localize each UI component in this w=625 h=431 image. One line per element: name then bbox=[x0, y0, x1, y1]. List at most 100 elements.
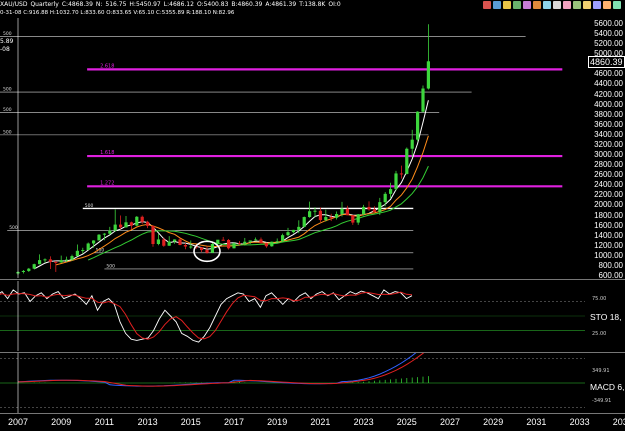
candle-body bbox=[216, 239, 220, 244]
candle-body bbox=[259, 239, 263, 244]
chart-icon[interactable] bbox=[503, 1, 511, 9]
zoom-in-icon[interactable] bbox=[483, 1, 491, 9]
price-tick-label: 800.00 bbox=[598, 260, 623, 270]
candle-body bbox=[356, 214, 360, 223]
candle-body bbox=[135, 216, 139, 226]
price-tick-label: 3600.00 bbox=[594, 119, 623, 129]
time-tick-label: 2027 bbox=[439, 417, 461, 427]
print-icon[interactable] bbox=[603, 1, 611, 9]
price-tick-label: 4400.00 bbox=[594, 79, 623, 89]
candle-body bbox=[383, 193, 387, 203]
fibonacci-level-label: 2.618 bbox=[100, 63, 114, 69]
candle bbox=[27, 267, 31, 272]
low-label: L:4686.12 bbox=[163, 1, 194, 8]
sto-level-lower: 25.00 bbox=[592, 331, 607, 337]
time-tick-label: 2029 bbox=[483, 417, 504, 427]
candle-body bbox=[367, 206, 371, 210]
fibonacci-level-label: 1.618 bbox=[100, 150, 114, 156]
candle-body bbox=[340, 208, 344, 215]
candle bbox=[286, 227, 290, 237]
sto-d-line bbox=[0, 291, 413, 340]
zoom-out-icon[interactable] bbox=[493, 1, 501, 9]
candle-body bbox=[205, 250, 209, 253]
price-tick-label: 1600.00 bbox=[594, 220, 623, 230]
open-label: O:5400.83 bbox=[196, 1, 229, 8]
candle bbox=[281, 233, 285, 243]
candle-body bbox=[243, 241, 247, 244]
level-label: 500 bbox=[3, 107, 12, 113]
candle bbox=[356, 214, 360, 225]
candle bbox=[156, 233, 160, 246]
candle bbox=[38, 254, 42, 265]
change-value: 516.75 bbox=[105, 1, 127, 8]
candle-body bbox=[59, 260, 63, 263]
candle-body bbox=[291, 229, 295, 233]
candle bbox=[86, 242, 90, 251]
time-tick-label: 2025 bbox=[396, 417, 417, 427]
candle bbox=[173, 239, 177, 244]
crosshair-icon[interactable] bbox=[553, 1, 561, 9]
level-label: 500 bbox=[85, 203, 94, 209]
candle bbox=[59, 255, 63, 263]
fibonacci-level-label: 1.272 bbox=[100, 180, 114, 186]
candle-body bbox=[200, 247, 204, 251]
macd-pane[interactable] bbox=[0, 353, 585, 413]
stamp-icon[interactable] bbox=[593, 1, 601, 9]
candle bbox=[410, 129, 414, 158]
candle-body bbox=[345, 208, 349, 216]
symbol-label: XAU/USD bbox=[0, 1, 28, 8]
candle bbox=[275, 238, 279, 243]
time-tick-label: 2009 bbox=[51, 417, 72, 427]
hand-icon[interactable] bbox=[533, 1, 541, 9]
candle bbox=[221, 236, 225, 241]
candle-body bbox=[237, 243, 241, 245]
candle-body bbox=[302, 217, 306, 227]
last-price-tag: 4860.39 bbox=[588, 56, 625, 68]
ma-slow-line bbox=[88, 165, 429, 261]
candle bbox=[237, 240, 241, 246]
time-tick-label: 2031 bbox=[526, 417, 547, 427]
candle-body bbox=[97, 234, 101, 241]
bars-icon[interactable] bbox=[513, 1, 521, 9]
candle-body bbox=[297, 226, 301, 230]
candle bbox=[135, 216, 139, 227]
price-tick-label: 1400.00 bbox=[594, 230, 623, 240]
price-tick-label: 4600.00 bbox=[594, 69, 623, 79]
zoom-icon[interactable] bbox=[583, 1, 591, 9]
arrow-icon[interactable] bbox=[543, 1, 551, 9]
time-tick-label: 2017 bbox=[223, 417, 245, 427]
candle bbox=[254, 237, 258, 241]
candle-body bbox=[86, 243, 90, 251]
pane-separator[interactable] bbox=[0, 279, 625, 280]
price-tick-label: 2600.00 bbox=[594, 170, 623, 180]
candle-body bbox=[210, 243, 214, 253]
price-tick-label: 3400.00 bbox=[594, 129, 623, 139]
candle bbox=[264, 242, 268, 248]
close-label: C:4868.39 bbox=[61, 1, 93, 8]
candle bbox=[426, 24, 430, 90]
grid-icon[interactable] bbox=[573, 1, 581, 9]
time-tick-label: 2021 bbox=[310, 417, 331, 427]
time-tick-label: 2011 bbox=[94, 417, 115, 427]
range-label: T:138.8K bbox=[299, 1, 326, 8]
price-chart-pane[interactable]: 5005005005005005005005002.6181.6181.272 bbox=[0, 18, 585, 278]
candle-body bbox=[286, 232, 290, 236]
level-label: 500 bbox=[9, 225, 18, 231]
candle-body bbox=[421, 88, 425, 112]
time-axis[interactable]: 2007 2009 2011 2013 2015 2017 2019 2021 2023 2025… bbox=[0, 414, 625, 431]
candle bbox=[291, 229, 295, 234]
candle bbox=[383, 192, 387, 207]
candle-body bbox=[405, 148, 409, 174]
scale-icon[interactable] bbox=[613, 1, 621, 9]
candle-body bbox=[351, 215, 355, 223]
line-icon[interactable] bbox=[523, 1, 531, 9]
candle bbox=[119, 215, 123, 230]
price-tick-label: 5600.00 bbox=[594, 19, 623, 28]
candle bbox=[259, 237, 263, 244]
info-icon[interactable] bbox=[563, 1, 571, 9]
candle bbox=[205, 246, 209, 254]
candle-body bbox=[151, 225, 155, 244]
time-tick-label: 2013 bbox=[137, 417, 158, 427]
candle bbox=[108, 226, 112, 235]
stochastic-pane[interactable] bbox=[0, 281, 585, 351]
